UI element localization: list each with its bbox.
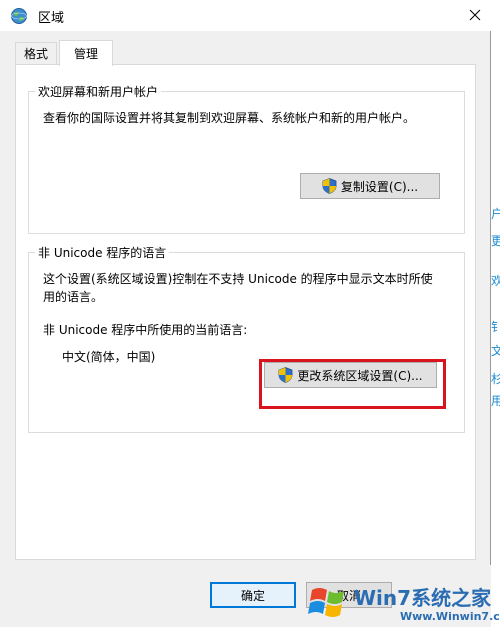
ok-button[interactable]: 确定 <box>210 582 296 608</box>
windows-logo-icon <box>308 588 344 617</box>
region-globe-icon <box>11 8 27 24</box>
background-glyph: 户 <box>491 207 500 221</box>
window-title: 区域 <box>38 11 65 26</box>
background-glyph: 钅 <box>491 320 500 334</box>
unicode-description-line2: 用的语言。 <box>43 290 104 304</box>
unicode-description-line1: 这个设置(系统区域设置)控制在不支持 Unicode 的程序中显示文本时所使 <box>43 272 433 286</box>
copy-settings-label: 复制设置(C)... <box>340 179 419 194</box>
close-icon <box>469 9 481 21</box>
region-dialog: 区域 格式 管理 欢迎屏幕和新用户帐户 查看你的国际设置并将其复制到欢迎屏幕、系… <box>0 0 491 627</box>
background-window-strip: 户 更 欢 钅 文 杉 用 <box>491 0 500 627</box>
background-glyph: 文 <box>491 344 500 358</box>
uac-shield-icon <box>322 178 337 194</box>
welcome-screen-group: 欢迎屏幕和新用户帐户 查看你的国际设置并将其复制到欢迎屏幕、系统帐户和新的用户帐… <box>28 83 465 234</box>
tab-administrative[interactable]: 管理 <box>59 40 113 66</box>
current-language-value: 中文(简体，中国) <box>62 350 156 364</box>
tab-format[interactable]: 格式 <box>15 42 57 65</box>
background-glyph: 更 <box>491 234 500 248</box>
group-title: 非 Unicode 程序的语言 <box>35 244 170 261</box>
tab-panel-administrative: 欢迎屏幕和新用户帐户 查看你的国际设置并将其复制到欢迎屏幕、系统帐户和新的用户帐… <box>15 64 476 560</box>
background-glyph: 欢 <box>491 274 500 288</box>
background-glyph: 用 <box>491 394 500 408</box>
watermark-brand: Win7系统之家 <box>354 586 492 610</box>
site-watermark: Win7系统之家 Www.Winwin7.com <box>308 578 500 627</box>
red-highlight-annotation <box>259 359 446 409</box>
close-button[interactable] <box>461 2 489 28</box>
copy-settings-button[interactable]: 复制设置(C)... <box>300 173 440 199</box>
watermark-url: Www.Winwin7.com <box>400 610 500 623</box>
title-bar[interactable]: 区域 <box>0 0 491 31</box>
background-glyph: 杉 <box>491 372 500 386</box>
current-language-label: 非 Unicode 程序中所使用的当前语言: <box>43 323 248 337</box>
group-title: 欢迎屏幕和新用户帐户 <box>35 83 162 100</box>
welcome-description: 查看你的国际设置并将其复制到欢迎屏幕、系统帐户和新的用户帐户。 <box>43 111 416 125</box>
